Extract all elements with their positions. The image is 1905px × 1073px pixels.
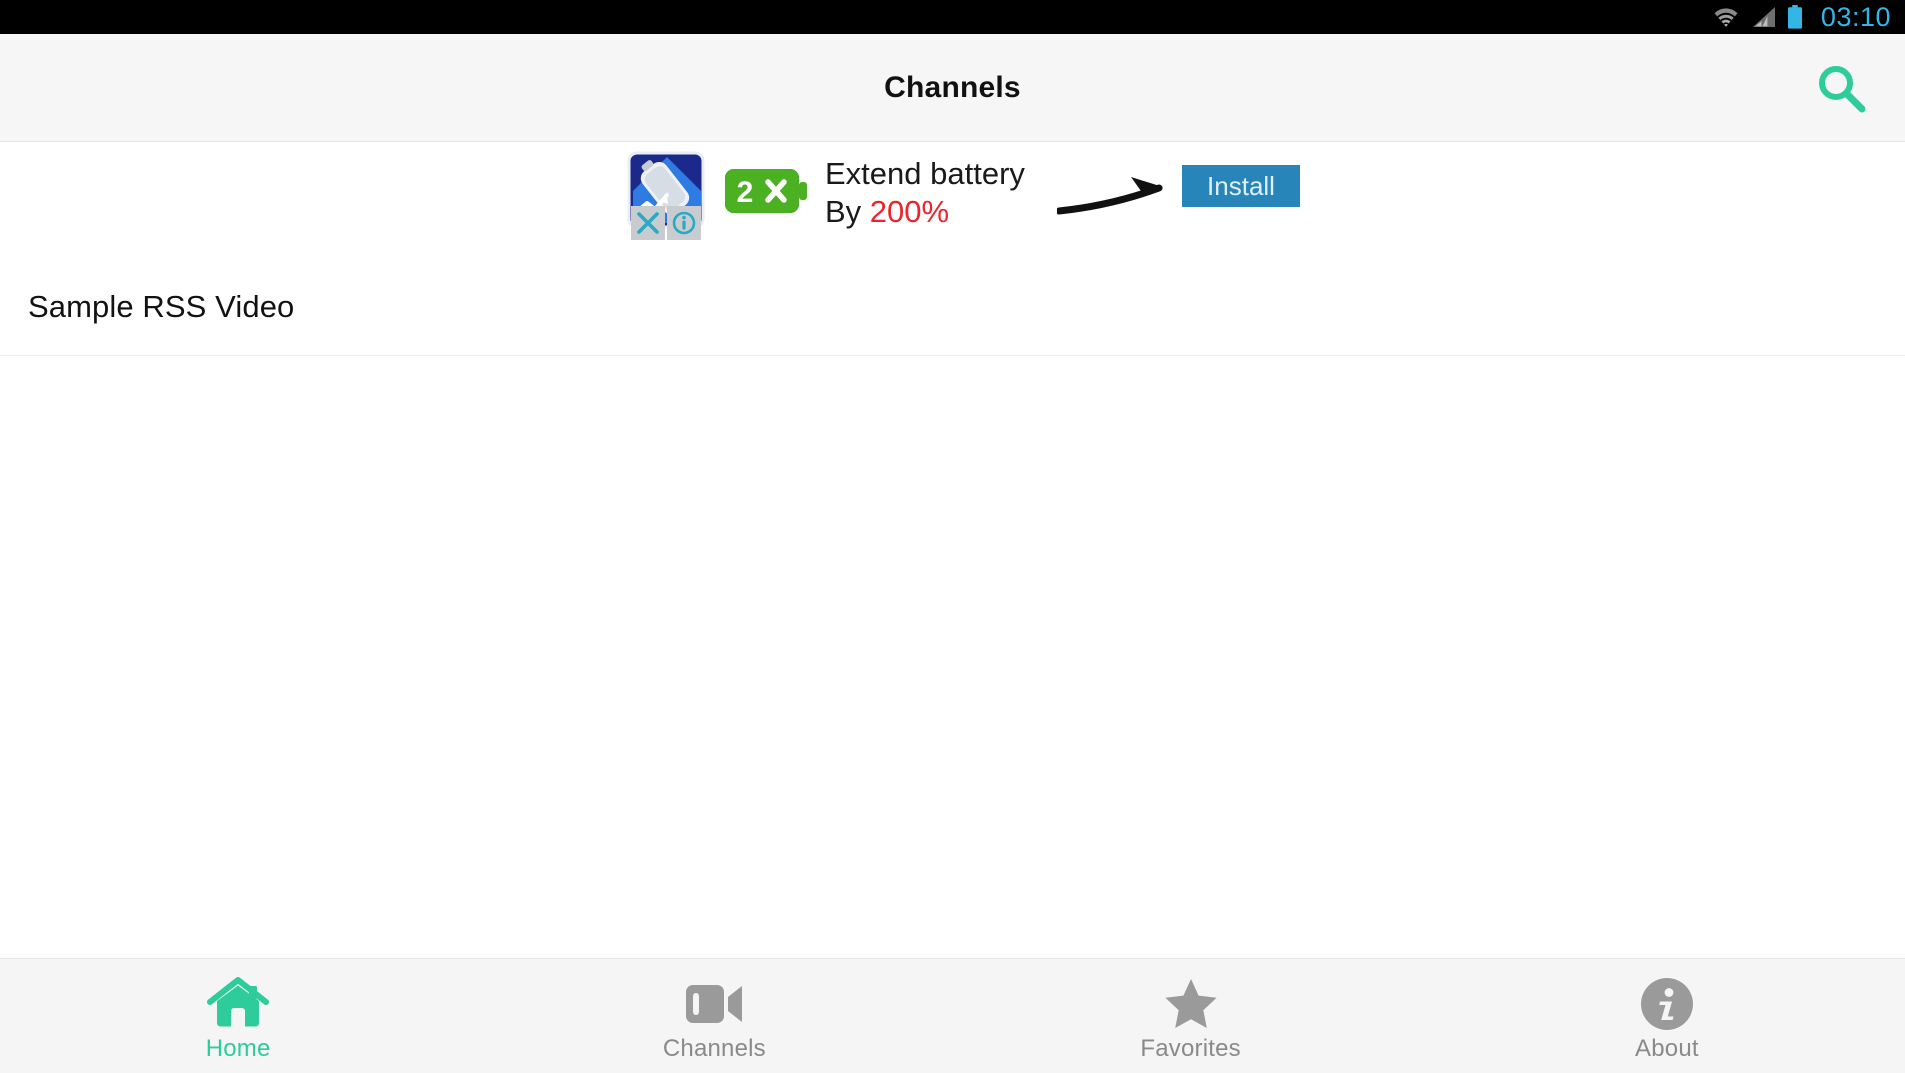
star-icon	[1163, 977, 1219, 1031]
nav-label-home: Home	[205, 1034, 271, 1062]
ad-headline: Extend battery By 200%	[825, 155, 1055, 231]
ad-headline-prefix: By	[825, 194, 870, 229]
ad-install-button[interactable]: Install	[1182, 165, 1300, 207]
nav-tab-channels[interactable]: Channels	[476, 959, 952, 1073]
battery-icon	[1787, 5, 1803, 29]
home-icon	[207, 976, 270, 1031]
ad-headline-line2: By 200%	[825, 193, 1055, 231]
status-bar-icons: 03:10	[1711, 0, 1891, 34]
ad-close-button[interactable]	[631, 206, 665, 240]
video-camera-icon	[684, 977, 744, 1031]
wifi-icon	[1711, 6, 1741, 28]
status-bar-clock: 03:10	[1820, 2, 1891, 32]
action-bar: Channels	[0, 34, 1905, 142]
svg-text:2: 2	[737, 176, 754, 209]
search-icon	[1815, 62, 1867, 114]
ad-banner-content[interactable]: 2 Extend battery By 200% Install	[627, 143, 1300, 259]
ad-info-icon	[672, 211, 696, 235]
nav-label-favorites: Favorites	[1140, 1034, 1241, 1062]
cellular-signal-icon	[1751, 6, 1777, 28]
arrow-right-icon	[1055, 171, 1167, 221]
nav-label-about: About	[1635, 1034, 1699, 1062]
ad-headline-line1: Extend battery	[825, 156, 1025, 191]
ad-banner[interactable]: 2 Extend battery By 200% Install	[0, 143, 1905, 259]
channel-list: Sample RSS Video	[0, 259, 1905, 958]
app-root: 03:10 Channels 2 Extend battery By 200% …	[0, 0, 1905, 1073]
ad-headline-value: 200%	[869, 194, 950, 229]
status-bar: 03:10	[0, 0, 1905, 34]
close-icon	[637, 212, 659, 234]
nav-tab-about[interactable]: About	[1429, 959, 1905, 1073]
list-item[interactable]: Sample RSS Video	[0, 259, 1905, 356]
list-item-title: Sample RSS Video	[28, 289, 295, 324]
page-title: Channels	[884, 70, 1021, 104]
nav-tab-home[interactable]: Home	[0, 959, 476, 1073]
info-circle-icon	[1639, 977, 1695, 1031]
nav-label-channels: Channels	[662, 1034, 766, 1062]
ad-battery-2x-badge: 2	[725, 167, 807, 215]
ad-controls[interactable]	[631, 206, 701, 240]
nav-tab-favorites[interactable]: Favorites	[953, 959, 1429, 1073]
ad-info-button[interactable]	[667, 206, 701, 240]
search-button[interactable]	[1795, 34, 1887, 141]
bottom-navigation: Home Channels Favorites About	[0, 958, 1905, 1073]
